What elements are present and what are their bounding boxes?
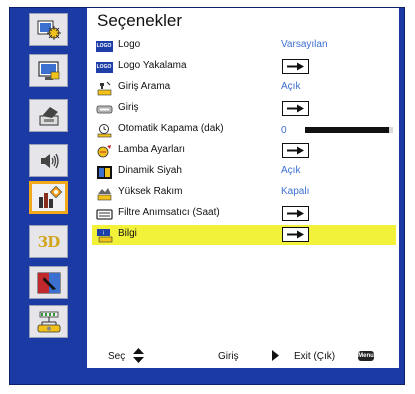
menu-row-input-search[interactable]: Giriş Arama Açık — [92, 78, 396, 98]
sidebar-item-setup[interactable] — [29, 99, 68, 132]
menu-row-value[interactable]: Varsayılan — [281, 39, 328, 50]
slider-fill — [305, 127, 389, 133]
sidebar-item-image[interactable] — [29, 13, 68, 46]
menu-key-icon: Menu — [358, 351, 374, 361]
menu-row-label: Lamba Ayarları — [118, 144, 186, 155]
sidebar-item-interactive[interactable] — [29, 266, 68, 299]
menu-row-dynamic-black[interactable]: Dinamik Siyah Açık — [92, 162, 396, 182]
sidebar: 3D — [20, 13, 77, 378]
sidebar-item-display[interactable] — [29, 54, 68, 87]
menu-row-lamp-settings[interactable]: Lamba Ayarları — [92, 141, 396, 161]
dynamic-black-icon — [96, 165, 112, 179]
menu-row-value[interactable]: Açık — [281, 165, 300, 176]
enter-arrow-button[interactable] — [282, 206, 309, 221]
info-icon: i — [96, 228, 112, 242]
logo-icon: LOGO — [95, 40, 113, 52]
menu-row-filter-reminder[interactable]: Filtre Anımsatıcı (Saat) — [92, 204, 396, 224]
exit-hint-label: Exit (Çık) — [294, 351, 336, 362]
page-title: Seçenekler — [97, 11, 183, 30]
sidebar-item-network[interactable] — [29, 305, 68, 338]
sidebar-item-options[interactable] — [29, 181, 68, 214]
menu-row-label: Logo Yakalama — [118, 60, 187, 71]
arrow-right-icon — [287, 62, 304, 71]
menu-row-high-altitude[interactable]: Yüksek Rakım Kapalı — [92, 183, 396, 203]
auto-power-off-icon — [97, 123, 111, 137]
menu-row-value[interactable]: Kapalı — [281, 186, 309, 197]
menu-row-logo[interactable]: LOGO Logo Varsayılan — [92, 36, 396, 56]
menu-row-label: Otomatik Kapama (dak) — [118, 123, 224, 134]
options-panel: Seçenekler LOGO Logo Varsayılan LOGO Log… — [87, 8, 399, 368]
input-icon — [96, 105, 112, 113]
3d-icon: 3D — [37, 232, 60, 251]
audio-speaker-icon — [40, 153, 59, 168]
enter-hint-label: Giriş — [218, 351, 239, 362]
filter-reminder-icon — [95, 208, 113, 220]
menu-row-input[interactable]: Giriş — [92, 99, 396, 119]
osd-frame: 3D Seçenekler LOGO Logo Varsayılan LOGO … — [0, 0, 415, 394]
menu-row-value[interactable]: Açık — [281, 81, 300, 92]
high-altitude-icon — [97, 187, 111, 200]
menu-row-label: Logo — [118, 39, 141, 50]
menu-row-label: Yüksek Rakım — [118, 186, 183, 197]
arrow-right-icon — [287, 230, 304, 239]
menu-row-info[interactable]: i Bilgi — [92, 225, 396, 245]
image-settings-icon — [37, 20, 61, 40]
up-down-icon — [133, 348, 144, 366]
sidebar-item-audio[interactable] — [29, 144, 68, 177]
menu-row-label: Bilgi — [118, 228, 137, 239]
navigation-hints: Seç Giriş Exit (Çık) Menu — [87, 346, 399, 368]
arrow-right-icon — [287, 146, 304, 155]
enter-arrow-button[interactable] — [282, 101, 309, 116]
lamp-settings-icon — [97, 144, 111, 157]
menu-row-auto-power-off[interactable]: Otomatik Kapama (dak) 0 — [92, 120, 396, 140]
auto-power-off-slider[interactable]: 0 — [281, 123, 396, 137]
menu-row-label: Giriş Arama — [118, 81, 171, 92]
network-lan-icon — [37, 311, 60, 332]
enter-arrow-button[interactable] — [282, 143, 309, 158]
arrow-right-icon — [287, 104, 304, 113]
arrow-right-icon — [287, 209, 304, 218]
options-settings-icon — [38, 185, 62, 208]
sidebar-item-3d[interactable]: 3D — [29, 225, 68, 258]
menu-row-label: Dinamik Siyah — [118, 165, 182, 176]
input-search-icon — [97, 81, 111, 95]
play-right-icon — [272, 350, 279, 364]
setup-hand-icon — [39, 106, 58, 125]
enter-arrow-button[interactable] — [282, 59, 309, 74]
menu-row-logo-capture[interactable]: LOGO Logo Yakalama — [92, 57, 396, 77]
enter-arrow-button[interactable] — [282, 227, 309, 242]
interactive-pen-icon — [37, 272, 60, 293]
slider-track[interactable] — [305, 127, 393, 133]
menu-row-label: Giriş — [118, 102, 139, 113]
menu-row-label: Filtre Anımsatıcı (Saat) — [118, 207, 220, 218]
logo-capture-icon: LOGO — [95, 61, 113, 73]
select-hint-label: Seç — [108, 351, 126, 362]
svg-text:i: i — [102, 230, 103, 236]
display-screen-icon — [37, 60, 59, 80]
slider-value: 0 — [281, 124, 287, 136]
